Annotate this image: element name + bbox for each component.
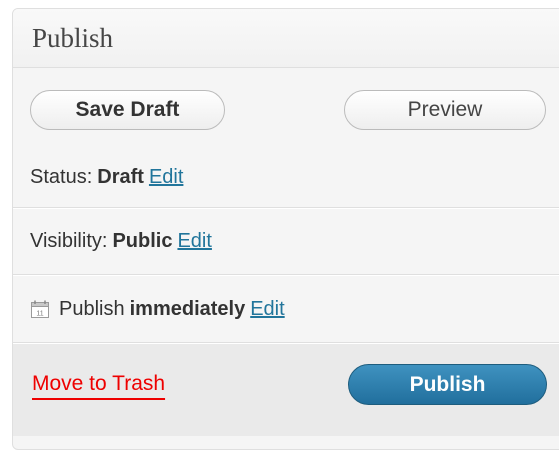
publish-button[interactable]: Publish xyxy=(348,364,547,405)
schedule-label: Publish xyxy=(59,297,125,320)
publish-box-title: Publish xyxy=(32,22,114,53)
publish-box: Publish Save Draft Preview Status: Draft… xyxy=(12,8,559,450)
status-value: Draft xyxy=(97,166,144,188)
edit-visibility-link[interactable]: Edit xyxy=(177,230,211,253)
minor-publishing-actions: Save Draft Preview xyxy=(13,68,559,152)
publish-box-header: Publish xyxy=(13,9,559,68)
major-publishing-actions: Move to Trash Publish xyxy=(13,343,559,436)
visibility-row: Visibility: Public Edit xyxy=(13,208,559,275)
visibility-value: Public xyxy=(112,230,173,252)
move-to-trash-link[interactable]: Move to Trash xyxy=(32,372,165,396)
schedule-row: 11 Publish immediately Edit xyxy=(13,275,559,343)
preview-button[interactable]: Preview xyxy=(344,90,546,130)
visibility-label: Visibility: xyxy=(30,230,108,252)
edit-schedule-link[interactable]: Edit xyxy=(250,298,284,321)
calendar-icon: 11 xyxy=(30,299,50,319)
save-draft-button[interactable]: Save Draft xyxy=(30,90,225,130)
calendar-icon-day: 11 xyxy=(36,311,43,318)
schedule-value: immediately xyxy=(129,297,246,320)
edit-status-link[interactable]: Edit xyxy=(149,166,183,189)
status-row: Status: Draft Edit xyxy=(13,152,559,208)
status-label: Status: xyxy=(30,166,93,188)
